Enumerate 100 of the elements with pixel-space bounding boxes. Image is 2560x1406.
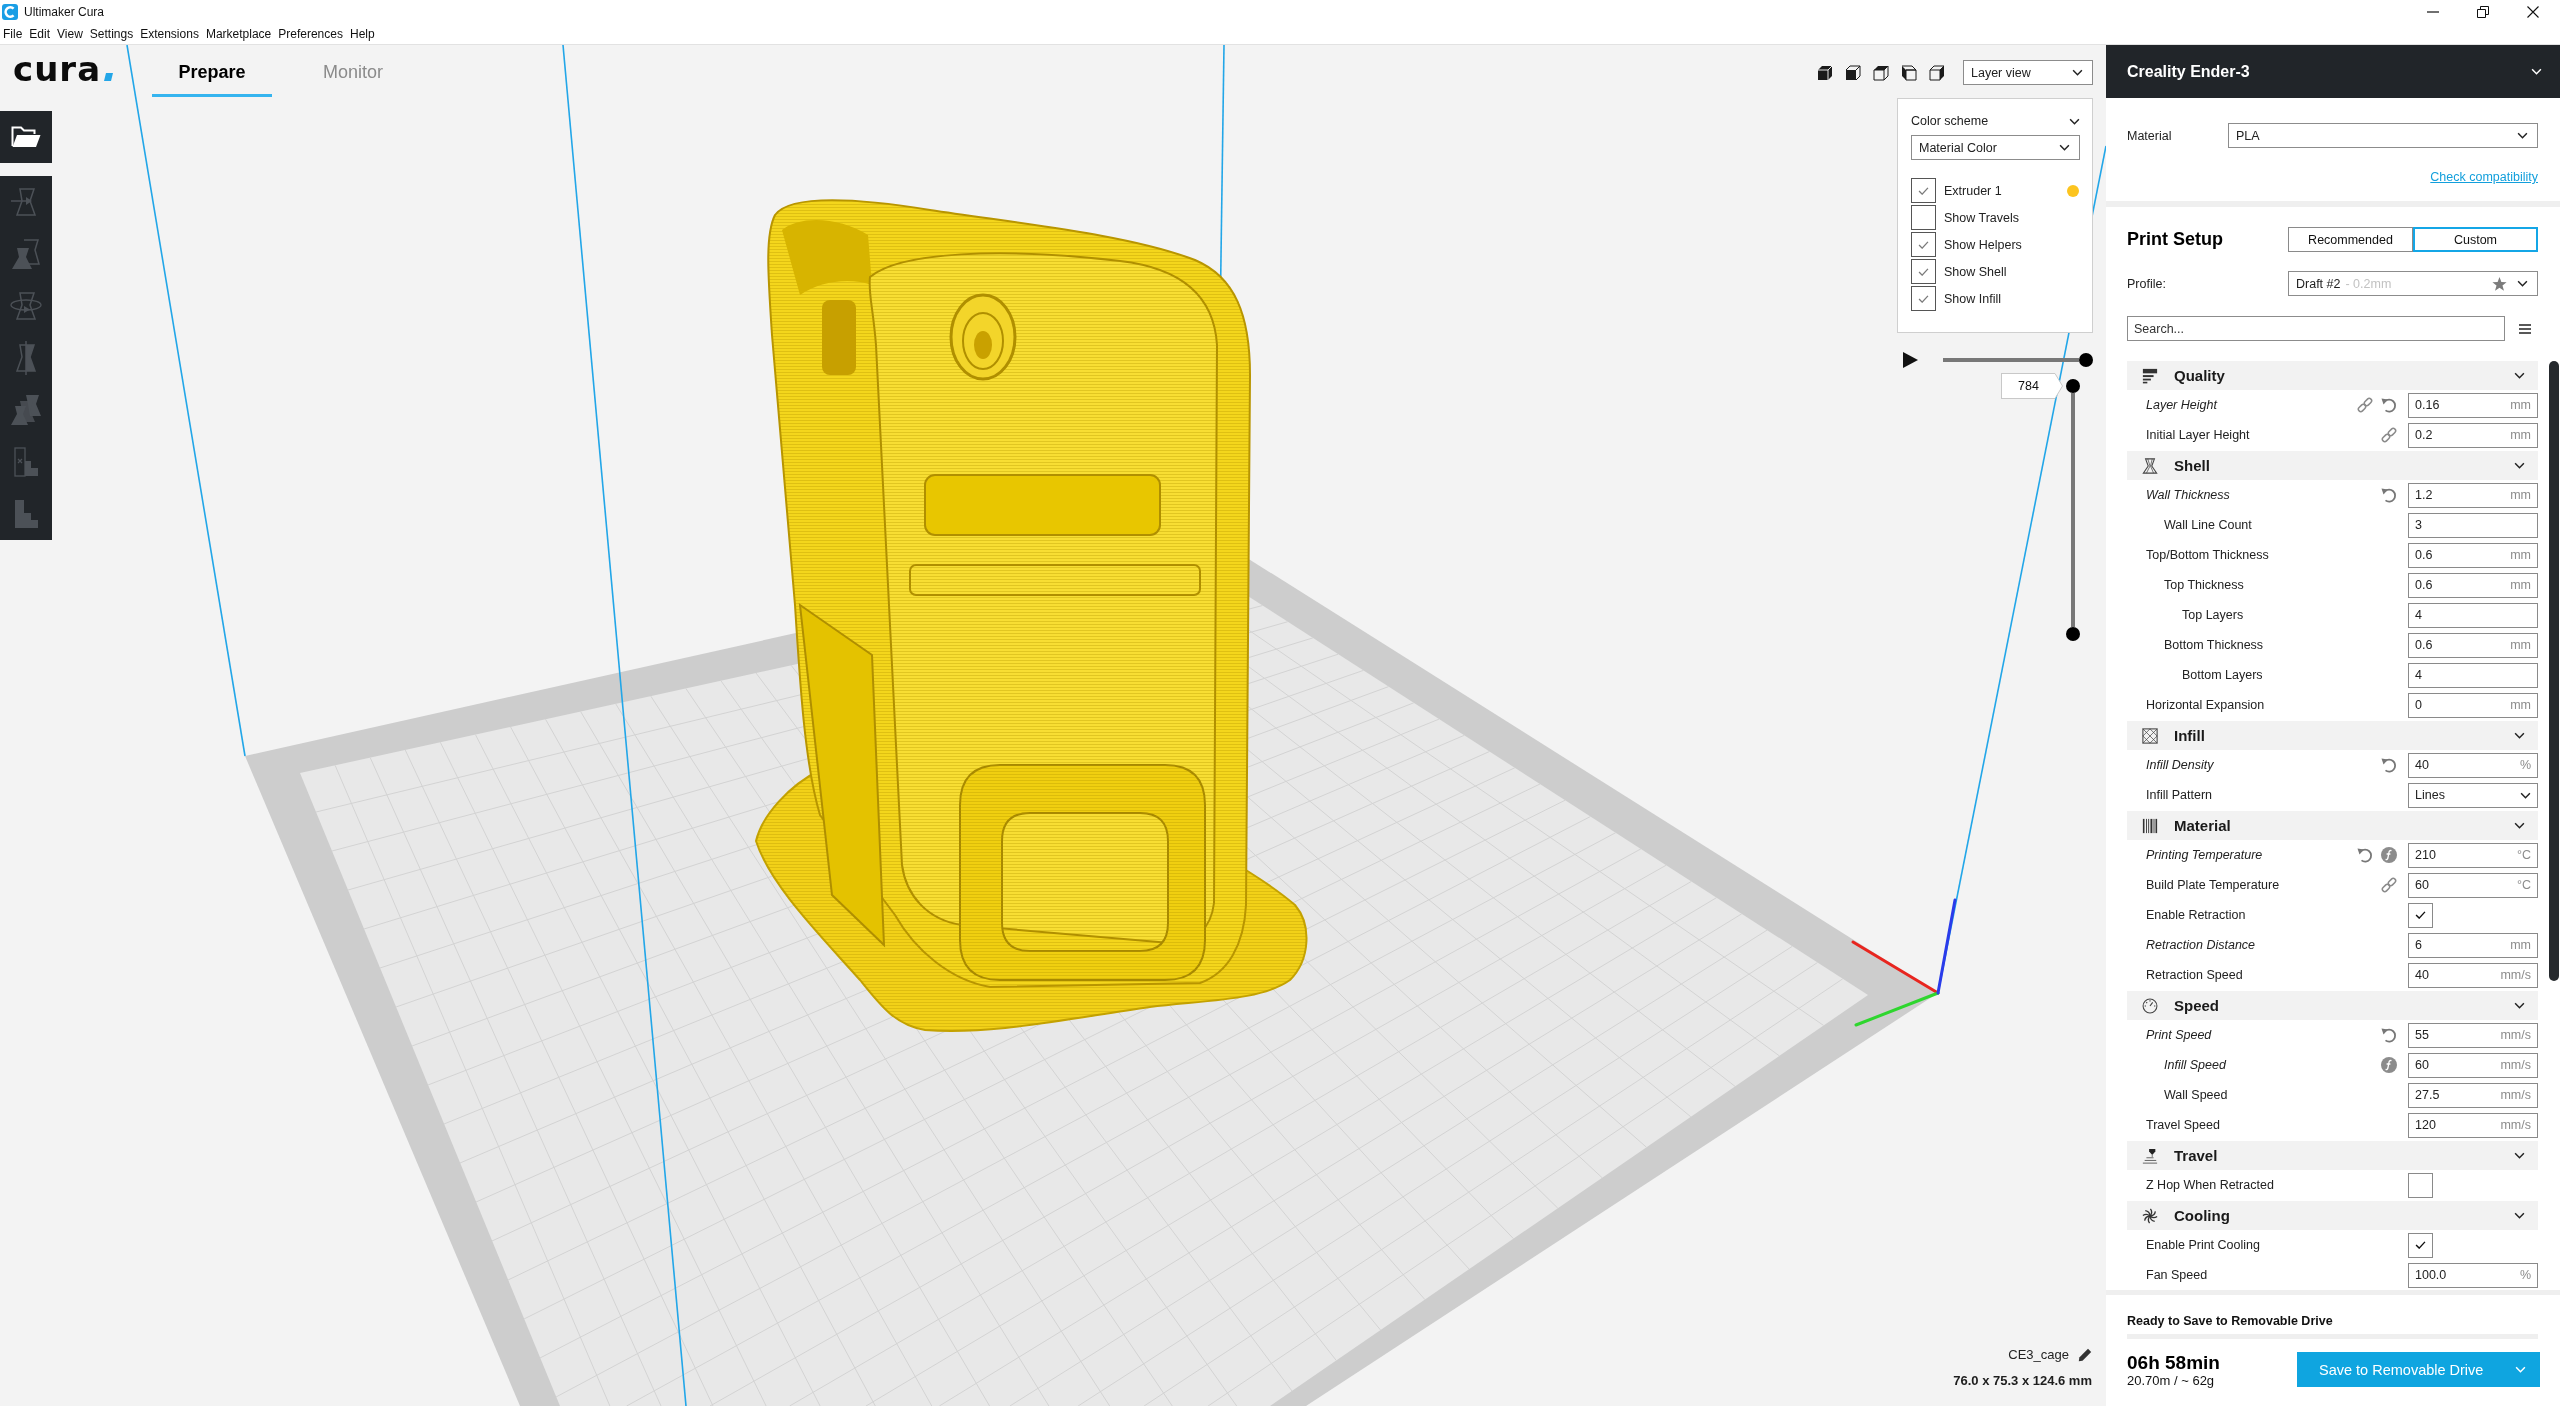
cube-icon[interactable] <box>1816 63 1834 82</box>
reset-icon[interactable] <box>2381 1027 2397 1043</box>
cube-top-icon[interactable] <box>1872 63 1890 82</box>
setting-label: Infill Speed <box>2164 1058 2226 1072</box>
scrollbar-thumb[interactable] <box>2549 361 2559 981</box>
reset-icon[interactable] <box>2357 847 2373 863</box>
setting-field[interactable]: 55 mm/s <box>2408 1022 2538 1048</box>
setting-label: Top Thickness <box>2164 578 2244 592</box>
mode-toggle[interactable]: Custom <box>2413 227 2538 252</box>
category-header[interactable]: Travel <box>2127 1141 2538 1170</box>
print-time: 06h 58min <box>2127 1352 2220 1373</box>
setting-field[interactable]: 0.2 mm <box>2408 422 2538 448</box>
category-header[interactable]: Material <box>2127 811 2538 840</box>
checkbox[interactable] <box>1911 232 1936 257</box>
setting-field[interactable]: 27.5 mm/s <box>2408 1082 2538 1108</box>
menu-item[interactable]: View <box>57 27 83 41</box>
setting-field[interactable]: 60 °C <box>2408 872 2538 898</box>
check-icon <box>1918 240 1929 249</box>
category-header[interactable]: Speed <box>2127 991 2538 1020</box>
setting-checkbox[interactable] <box>2408 1172 2433 1198</box>
print-setup-title: Print Setup <box>2127 229 2223 250</box>
logo-wordmark: cura <box>13 52 102 86</box>
menu-item[interactable]: File <box>3 27 23 41</box>
slider-handle[interactable] <box>2066 627 2080 641</box>
cube-right-icon[interactable] <box>1928 63 1946 82</box>
gauge-icon <box>2142 997 2158 1014</box>
category-header[interactable]: Cooling <box>2127 1201 2538 1230</box>
play-icon[interactable] <box>1903 352 1918 368</box>
chevron-icon <box>2520 791 2531 799</box>
pencil-icon[interactable] <box>2078 1348 2092 1362</box>
setting-field[interactable]: 120 mm/s <box>2408 1112 2538 1138</box>
chevron-icon[interactable] <box>2069 117 2080 125</box>
check-icon <box>2415 1241 2426 1249</box>
close-icon[interactable] <box>2527 6 2539 18</box>
reset-icon[interactable] <box>2381 487 2397 503</box>
search-field[interactable]: Search... <box>2127 316 2505 341</box>
setting-field[interactable]: 0 mm <box>2408 692 2538 718</box>
cube-left-icon[interactable] <box>1900 63 1918 82</box>
restore-icon[interactable] <box>2477 6 2489 18</box>
checkbox[interactable] <box>1911 286 1936 311</box>
category-header[interactable]: Infill <box>2127 721 2538 750</box>
fan-icon <box>2142 1207 2158 1224</box>
slider-handle[interactable] <box>2079 353 2093 367</box>
option-label: Show Shell <box>1944 264 2007 279</box>
color-scheme-dropdown[interactable]: Material Color <box>1911 135 2080 160</box>
menu-item[interactable]: Extensions <box>140 27 199 41</box>
setting-field[interactable]: 210 °C <box>2408 842 2538 868</box>
setting-dropdown[interactable]: Lines <box>2408 782 2538 808</box>
open-file-button[interactable] <box>0 111 52 163</box>
menu-item[interactable]: Marketplace <box>205 27 272 41</box>
setting-field[interactable]: 0.6 mm <box>2408 542 2538 568</box>
setting-label: Retraction Speed <box>2146 968 2243 982</box>
setting-label: Horizontal Expansion <box>2146 698 2265 712</box>
material-dropdown[interactable]: PLA <box>2228 123 2538 148</box>
object-name: CE3_cage <box>2008 1347 2069 1363</box>
view-mode-dropdown[interactable]: Layer view <box>1963 60 2093 85</box>
check-icon <box>2415 911 2426 919</box>
setting-field[interactable]: 4 <box>2408 602 2538 628</box>
menu-item[interactable]: Edit <box>29 27 51 41</box>
setting-checkbox[interactable] <box>2408 1232 2433 1258</box>
setting-field[interactable]: 4 <box>2408 662 2538 688</box>
setting-label: Infill Density <box>2146 758 2214 772</box>
checkbox[interactable] <box>1911 205 1936 230</box>
checkbox[interactable] <box>1911 259 1936 284</box>
chevron-icon <box>2515 1366 2526 1373</box>
window-title: Ultimaker Cura <box>24 5 104 19</box>
setting-field[interactable]: 0.16 mm <box>2408 392 2538 418</box>
menu-item[interactable]: Preferences <box>278 27 343 41</box>
material-label: Material <box>2127 128 2173 143</box>
chevron-icon <box>2531 68 2542 75</box>
menu-item[interactable]: Settings <box>89 27 134 41</box>
menu-item[interactable]: Help <box>349 27 375 41</box>
slider-handle[interactable] <box>2066 379 2080 393</box>
star-icon <box>2492 276 2507 291</box>
setting-field[interactable]: 6 mm <box>2408 932 2538 958</box>
reset-icon[interactable] <box>2381 757 2397 773</box>
cube-front-icon[interactable] <box>1844 63 1862 82</box>
checkbox[interactable] <box>1911 178 1936 203</box>
setting-field[interactable]: 0.6 mm <box>2408 632 2538 658</box>
setting-checkbox[interactable] <box>2408 902 2433 928</box>
bars-icon <box>2142 367 2158 384</box>
setting-field[interactable]: 0.6 mm <box>2408 572 2538 598</box>
profile-label: Profile: <box>2127 276 2167 291</box>
category-header[interactable]: Quality <box>2127 361 2538 390</box>
category-header[interactable]: Shell <box>2127 451 2538 480</box>
check-icon <box>1918 294 1929 303</box>
setting-field[interactable]: 3 <box>2408 512 2538 538</box>
printer-selector[interactable]: Creality Ender-3 <box>2106 45 2560 98</box>
setting-field[interactable]: 100.0 % <box>2408 1262 2538 1288</box>
setting-field[interactable]: 40 mm/s <box>2408 962 2538 988</box>
menu-icon[interactable] <box>2519 323 2531 334</box>
mode-toggle[interactable]: Recommended <box>2288 227 2413 252</box>
profile-dropdown[interactable]: Draft #2 - 0.2mm <box>2288 271 2538 296</box>
setting-label: Layer Height <box>2146 398 2217 412</box>
setting-field[interactable]: 60 mm/s <box>2408 1052 2538 1078</box>
stage-tab[interactable]: Prepare <box>152 57 273 97</box>
setting-label: Enable Print Cooling <box>2146 1238 2260 1252</box>
reset-icon[interactable] <box>2381 397 2397 413</box>
setting-field[interactable]: 40 % <box>2408 752 2538 778</box>
setting-field[interactable]: 1.2 mm <box>2408 482 2538 508</box>
